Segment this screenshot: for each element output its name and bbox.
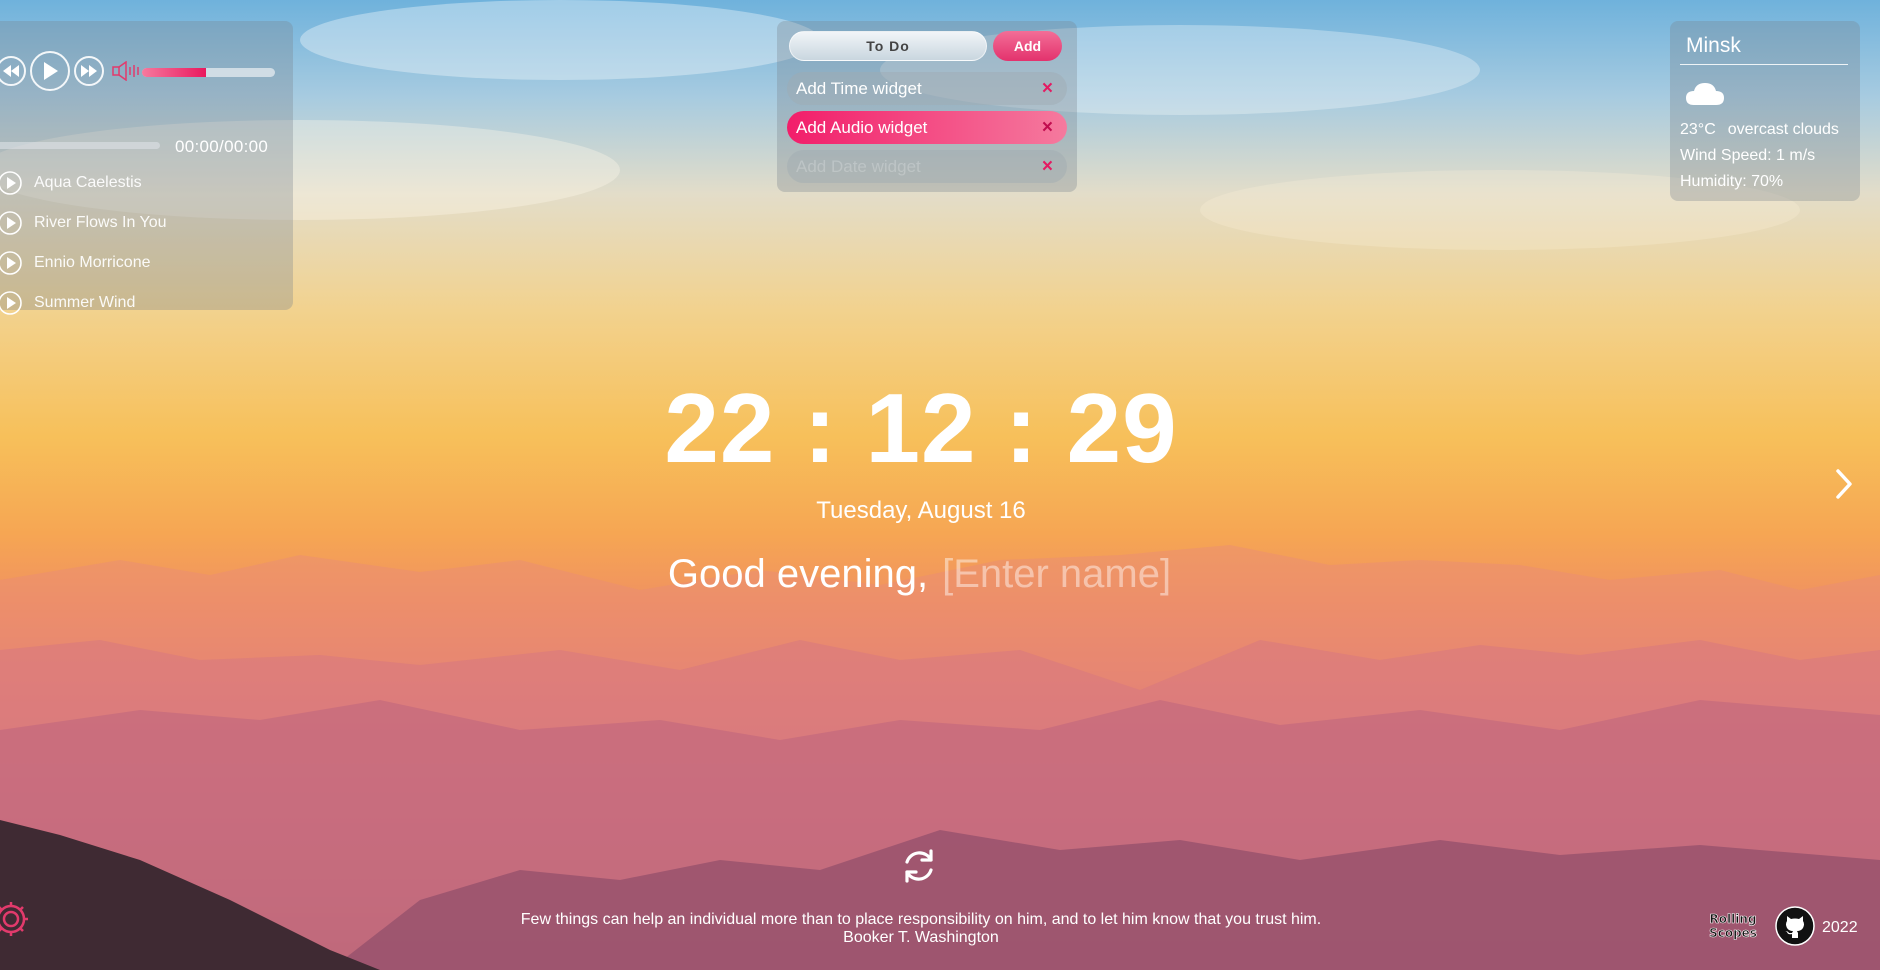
refresh-quote-icon[interactable] [898,845,940,887]
temperature: 23°C [1680,121,1716,138]
todo-widget: To Do Add Add Time widget × Add Audio wi… [777,21,1077,192]
playlist-item[interactable]: Aqua Caelestis [0,163,167,203]
city-input[interactable]: Minsk [1680,34,1848,65]
play-item-icon[interactable] [0,291,22,315]
todo-list: Add Time widget × Add Audio widget × Add… [787,72,1067,189]
add-todo-button[interactable]: Add [993,31,1062,61]
volume-icon[interactable] [112,61,140,81]
rewind-icon [3,65,19,77]
todo-input[interactable]: To Do [789,31,987,61]
progress-time: 00:00/00:00 [175,137,269,156]
prev-track-button[interactable] [0,56,26,86]
track-title: Ennio Morricone [34,254,151,271]
track-title: Summer Wind [34,294,136,311]
todo-item[interactable]: Add Time widget × [787,72,1067,105]
cloud-icon [1686,83,1724,105]
todo-item-text: Add Date widget [796,156,921,176]
playlist-item[interactable]: Summer Wind [0,283,167,323]
todo-item-text: Add Audio widget [796,117,928,137]
humidity: Humidity: 70% [1680,173,1784,190]
player-controls [0,51,140,91]
weather-widget: Minsk 23°C overcast clouds Wind Speed: 1 … [1670,21,1860,201]
svg-text:Rolling: Rolling [1710,912,1757,926]
svg-text:Scopes: Scopes [1709,926,1757,940]
play-button[interactable] [30,51,70,91]
quote-text: Few things can help an individual more t… [520,911,1322,928]
clock-time: 22 : 12 : 29 [664,373,1178,483]
name-input[interactable] [942,552,1175,597]
todo-item[interactable]: Add Audio widget × [787,111,1067,144]
github-icon[interactable] [1774,905,1816,947]
todo-item[interactable]: Add Date widget × [787,150,1067,183]
remove-todo-icon[interactable]: × [1042,156,1053,178]
slide-next-icon[interactable] [1830,466,1858,502]
track-title: River Flows In You [34,214,167,231]
todo-header: To Do Add [789,31,1062,61]
next-track-button[interactable] [74,56,104,86]
rolling-scopes-logo[interactable]: Rolling Scopes [1701,908,1765,942]
weather-description: overcast clouds [1727,121,1839,138]
audio-player: 00:00/00:00 Aqua Caelestis River Flows I… [0,21,293,315]
playlist-item[interactable]: River Flows In You [0,203,167,243]
play-icon [44,62,58,80]
quote-author: Booker T. Washington [843,929,999,946]
clock-date: Tuesday, August 16 [816,497,1026,524]
track-title: Aqua Caelestis [34,174,142,191]
wind-speed: Wind Speed: 1 m/s [1680,147,1816,164]
play-item-icon[interactable] [0,211,22,235]
weather-summary: 23°C overcast clouds [1680,121,1839,139]
remove-todo-icon[interactable]: × [1042,117,1053,139]
fast-forward-icon [81,65,97,77]
greeting: Good evening, [0,552,1842,597]
todo-item-text: Add Time widget [796,78,922,98]
progress-slider[interactable] [0,142,160,149]
playlist-item[interactable]: Ennio Morricone [0,243,167,283]
play-item-icon[interactable] [0,251,22,275]
footer-year: 2022 [1822,919,1858,936]
quote: Few things can help an individual more t… [0,911,1842,947]
settings-gear-icon[interactable] [0,898,32,940]
remove-todo-icon[interactable]: × [1042,78,1053,100]
greeting-text: Good evening, [667,552,929,596]
volume-fill [142,68,206,77]
playlist: Aqua Caelestis River Flows In You Ennio … [0,163,167,323]
play-item-icon[interactable] [0,171,22,195]
volume-slider[interactable] [142,68,275,77]
